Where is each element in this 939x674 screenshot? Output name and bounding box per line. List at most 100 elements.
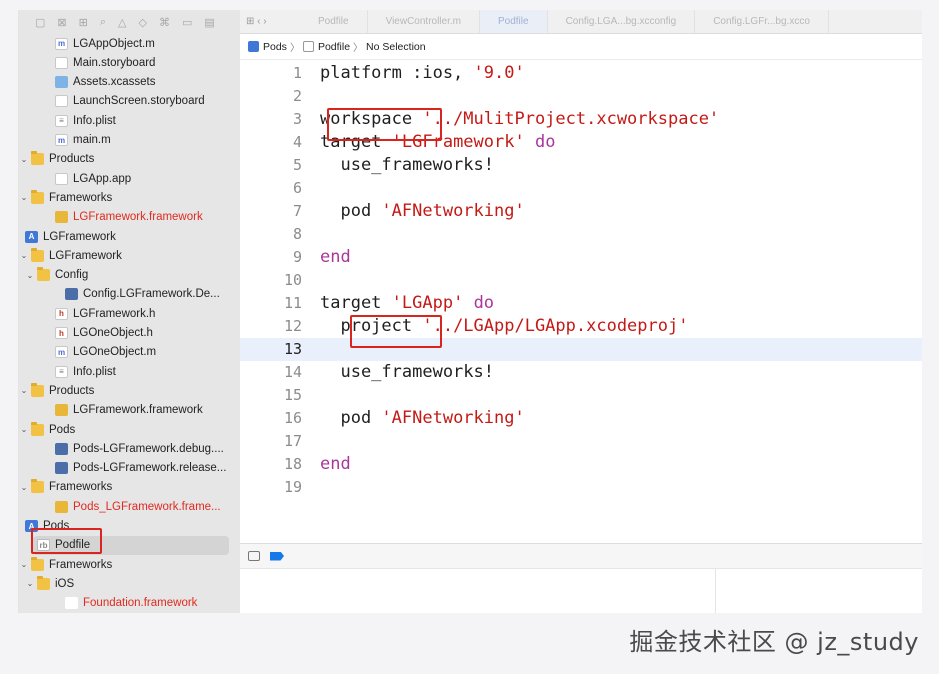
grid-icon[interactable]: ⊞ ‹ › bbox=[240, 16, 300, 27]
navigator-item[interactable]: ⌄ Frameworks bbox=[19, 555, 240, 574]
app-icon bbox=[55, 172, 68, 185]
navigator-item-label: LGAppObject.m bbox=[73, 37, 155, 50]
navigator-item-label: LGFramework.framework bbox=[73, 404, 203, 417]
code-line[interactable]: 18 end bbox=[240, 453, 922, 476]
code-line[interactable]: 12 project '../LGApp/LGApp.xcodeproj' bbox=[240, 315, 922, 338]
navigator-item[interactable]: Main.storyboard bbox=[19, 53, 240, 72]
navigator-item[interactable]: h LGOneObject.h bbox=[19, 324, 240, 343]
breakpoints-toggle-icon[interactable] bbox=[270, 551, 284, 561]
folder-icon bbox=[31, 189, 44, 204]
code-line[interactable]: 8 bbox=[240, 223, 922, 246]
breakpoint-icon[interactable]: ▭ bbox=[182, 16, 192, 29]
tab-config-lgfr[interactable]: Config.LGFr...bg.xcco bbox=[695, 10, 829, 33]
tab-viewcontroller[interactable]: ViewController.m bbox=[368, 10, 480, 33]
line-number: 4 bbox=[292, 133, 302, 151]
line-number: 16 bbox=[283, 409, 302, 427]
plist-icon: ≡ bbox=[55, 114, 68, 127]
navigator-item[interactable]: Pods-LGFramework.release... bbox=[19, 459, 240, 478]
navigator-item[interactable]: m LGOneObject.m bbox=[19, 343, 240, 362]
code-line[interactable]: 13 bbox=[240, 338, 922, 361]
chevron-down-icon[interactable]: ⌄ bbox=[19, 155, 29, 164]
folder-icon bbox=[37, 267, 50, 282]
breadcrumb: Pods 〉 Podfile 〉 No Selection bbox=[240, 34, 922, 60]
tab-podfile-1[interactable]: Podfile bbox=[300, 10, 368, 33]
navigator-item[interactable]: Config.LGFramework.De... bbox=[19, 285, 240, 304]
line-number: 5 bbox=[292, 156, 302, 174]
navigator-item[interactable]: LGApp.app bbox=[19, 169, 240, 188]
chevron-down-icon[interactable]: ⌄ bbox=[19, 425, 29, 434]
chevron-down-icon[interactable]: ⌄ bbox=[19, 386, 29, 395]
line-number: 3 bbox=[292, 110, 302, 128]
code-line[interactable]: 14 use_frameworks! bbox=[240, 361, 922, 384]
issue-icon[interactable]: △ bbox=[118, 16, 126, 29]
chevron-down-icon[interactable]: ⌄ bbox=[19, 560, 29, 569]
navigator-item[interactable]: LGFramework.framework bbox=[19, 208, 240, 227]
navigator-item[interactable]: LGFramework.framework bbox=[19, 401, 240, 420]
source-control-icon[interactable]: ⊠ bbox=[57, 16, 66, 29]
navigator-item[interactable]: ⌄ iOS bbox=[19, 574, 240, 593]
code-line[interactable]: 16 pod 'AFNetworking' bbox=[240, 407, 922, 430]
folder-icon[interactable]: ▢ bbox=[35, 16, 45, 29]
line-number: 10 bbox=[283, 271, 302, 289]
navigator-item[interactable]: ⌄ LGFramework bbox=[19, 246, 240, 265]
navigator-item-label: Assets.xcassets bbox=[73, 76, 156, 89]
report-icon[interactable]: ▤ bbox=[204, 16, 214, 29]
code-line[interactable]: 17 bbox=[240, 430, 922, 453]
navigator-item[interactable]: ⌄ Frameworks bbox=[19, 478, 240, 497]
navigator-item[interactable]: m LGAppObject.m bbox=[19, 34, 240, 53]
code-text: pod 'AFNetworking' bbox=[320, 407, 524, 430]
code-line[interactable]: 11 target 'LGApp' do bbox=[240, 292, 922, 315]
navigator-item[interactable]: ≡ Info.plist bbox=[19, 362, 240, 381]
chevron-down-icon[interactable]: ⌄ bbox=[19, 193, 29, 202]
chevron-down-icon[interactable]: ⌄ bbox=[25, 271, 35, 280]
navigator-item[interactable]: Pods-LGFramework.debug.... bbox=[19, 439, 240, 458]
folder-icon bbox=[31, 151, 44, 166]
navigator-item[interactable]: Assets.xcassets bbox=[19, 73, 240, 92]
code-line[interactable]: 7 pod 'AFNetworking' bbox=[240, 200, 922, 223]
navigator-item[interactable]: LaunchScreen.storyboard bbox=[19, 92, 240, 111]
navigator-item[interactable]: ≡ Info.plist bbox=[19, 111, 240, 130]
navigator-item[interactable]: ⌄ Products bbox=[19, 150, 240, 169]
breadcrumb-selection[interactable]: No Selection bbox=[366, 41, 426, 53]
hide-debug-area-icon[interactable] bbox=[248, 551, 260, 561]
code-line[interactable]: 19 bbox=[240, 476, 922, 499]
navigator-item[interactable]: A LGFramework bbox=[19, 227, 240, 246]
code-line[interactable]: 1 platform :ios, '9.0' bbox=[240, 62, 922, 85]
code-text: pod 'AFNetworking' bbox=[320, 200, 524, 223]
chevron-down-icon[interactable]: ⌄ bbox=[19, 483, 29, 492]
navigator-item[interactable]: ⌄ Pods bbox=[19, 420, 240, 439]
navigator-item[interactable]: Foundation.framework bbox=[19, 594, 240, 613]
m-file-icon: m bbox=[55, 37, 68, 50]
navigator-item[interactable]: ⌄ Frameworks bbox=[19, 188, 240, 207]
config-icon bbox=[55, 442, 68, 455]
navigator-item-label: Info.plist bbox=[73, 114, 116, 127]
code-line[interactable]: 6 bbox=[240, 177, 922, 200]
navigator-item[interactable]: Pods_LGFramework.frame... bbox=[19, 497, 240, 516]
breadcrumb-file[interactable]: Podfile bbox=[318, 41, 350, 53]
tab-podfile-active[interactable]: Podfile bbox=[479, 10, 548, 33]
search-icon[interactable]: ⌕ bbox=[100, 16, 106, 29]
debug-icon[interactable]: ⌘ bbox=[159, 16, 170, 29]
navigator-item-label: Pods-LGFramework.release... bbox=[73, 462, 227, 475]
chevron-down-icon[interactable]: ⌄ bbox=[25, 579, 35, 588]
navigator-item[interactable]: m main.m bbox=[19, 131, 240, 150]
navigator-item-label: iOS bbox=[55, 577, 75, 590]
framework-icon bbox=[55, 500, 68, 513]
code-line[interactable]: 10 bbox=[240, 269, 922, 292]
hierarchy-icon[interactable]: ⊞ bbox=[79, 16, 88, 29]
breadcrumb-root[interactable]: Pods bbox=[263, 41, 287, 53]
navigator-item[interactable]: ⌄ Config bbox=[19, 266, 240, 285]
chevron-down-icon[interactable]: ⌄ bbox=[19, 251, 29, 260]
navigator-item[interactable]: ⌄ Products bbox=[19, 381, 240, 400]
code-editor: ⊞ ‹ › Podfile ViewController.m Podfile C… bbox=[240, 10, 922, 613]
navigator-item[interactable]: h LGFramework.h bbox=[19, 304, 240, 323]
code-line[interactable]: 9 end bbox=[240, 246, 922, 269]
code-line[interactable]: 5 use_frameworks! bbox=[240, 154, 922, 177]
test-icon[interactable]: ◇ bbox=[138, 16, 146, 29]
code-text: end bbox=[320, 453, 351, 476]
code-line[interactable]: 2 bbox=[240, 85, 922, 108]
tab-config-lga[interactable]: Config.LGA...bg.xcconfig bbox=[548, 10, 696, 33]
code-line[interactable]: 15 bbox=[240, 384, 922, 407]
debug-area-divider[interactable] bbox=[715, 569, 716, 613]
